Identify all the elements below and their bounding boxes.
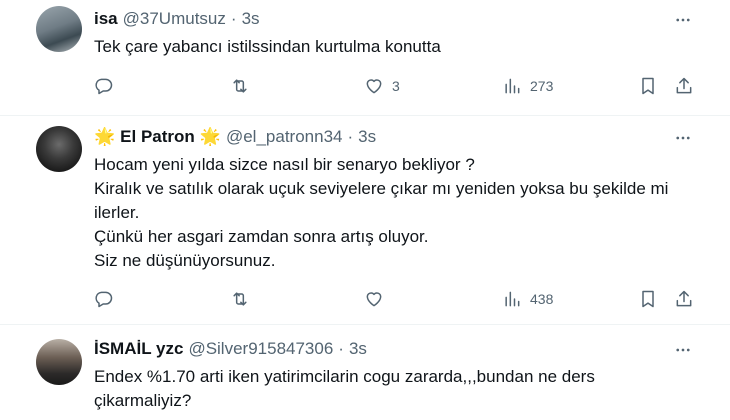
views-bar-chart-icon: [505, 291, 520, 307]
retweet-icon: [233, 79, 247, 93]
share-icon: [676, 290, 692, 307]
separator-dot: ·: [230, 9, 237, 28]
tweet-header: İSMAİL yzc @Silver915847306 · 3s: [94, 338, 367, 360]
tweet[interactable]: isa @37Umutsuz · 3s Tek çare yabancı ist…: [0, 0, 730, 115]
avatar[interactable]: [36, 6, 82, 52]
heart-icon: [366, 292, 382, 307]
timestamp[interactable]: 3s: [358, 127, 376, 147]
reply-button[interactable]: [94, 74, 114, 98]
views-bar-chart-icon: [505, 78, 520, 94]
reply-button[interactable]: [94, 287, 114, 311]
display-name[interactable]: isa: [94, 9, 118, 29]
tweet-text: Tek çare yabancı istilssindan kurtulma k…: [94, 37, 441, 56]
more-options-icon[interactable]: [672, 9, 694, 31]
retweet-icon: [233, 292, 247, 306]
tweet[interactable]: 🌟 El Patron 🌟 @el_patronn34 · 3s Hocam y…: [0, 116, 730, 324]
views-button[interactable]: 438: [502, 287, 553, 311]
share-button[interactable]: [674, 287, 694, 311]
views-button[interactable]: 273: [502, 74, 553, 98]
retweet-button[interactable]: [230, 74, 250, 98]
heart-icon: [366, 79, 382, 94]
user-handle[interactable]: @37Umutsuz: [123, 9, 226, 29]
like-count: 3: [392, 78, 400, 94]
star-emoji: 🌟: [199, 127, 221, 146]
display-name[interactable]: El Patron: [120, 127, 195, 147]
star-emoji: 🌟: [94, 127, 116, 146]
avatar[interactable]: [36, 126, 82, 172]
bookmark-button[interactable]: [638, 287, 658, 311]
tweet-text: Endex %1.70 arti iken yatirimcilarin cog…: [94, 367, 595, 410]
timestamp[interactable]: 3s: [349, 339, 367, 359]
more-options-icon[interactable]: [672, 339, 694, 361]
user-handle[interactable]: @Silver915847306: [188, 339, 333, 359]
user-handle[interactable]: @el_patronn34: [226, 127, 343, 147]
tweet-header: 🌟 El Patron 🌟 @el_patronn34 · 3s: [94, 126, 376, 148]
reply-icon: [95, 291, 113, 308]
more-options-icon[interactable]: [672, 127, 694, 149]
bookmark-icon: [642, 290, 654, 308]
display-name[interactable]: İSMAİL yzc: [94, 339, 183, 359]
reply-icon: [95, 78, 113, 95]
tweet-text: Hocam yeni yılda sizce nasıl bir senaryo…: [94, 155, 669, 270]
like-button[interactable]: 3: [364, 74, 400, 98]
view-count: 438: [530, 291, 554, 307]
share-icon: [676, 77, 692, 94]
share-button[interactable]: [674, 74, 694, 98]
tweet-header: isa @37Umutsuz · 3s: [94, 8, 260, 30]
retweet-button[interactable]: [230, 287, 250, 311]
separator-dot: ·: [347, 127, 354, 146]
view-count: 273: [530, 78, 554, 94]
tweet[interactable]: İSMAİL yzc @Silver915847306 · 3s Endex %…: [0, 325, 730, 420]
bookmark-icon: [642, 77, 654, 95]
tweet-actions: 3 273: [94, 74, 694, 98]
timestamp[interactable]: 3s: [242, 9, 260, 29]
bookmark-button[interactable]: [638, 74, 658, 98]
like-button[interactable]: [364, 287, 384, 311]
avatar[interactable]: [36, 339, 82, 385]
separator-dot: ·: [338, 339, 344, 358]
tweet-actions: 438: [94, 287, 694, 311]
